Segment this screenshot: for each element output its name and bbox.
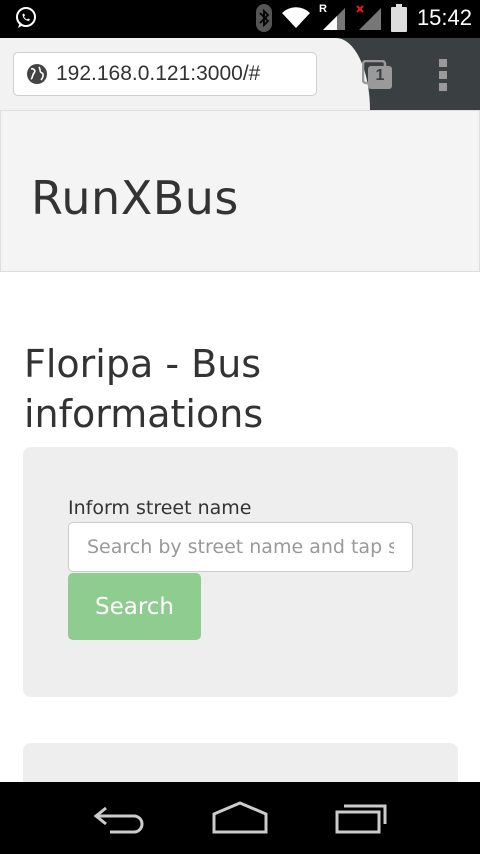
street-name-label: Inform street name (68, 497, 252, 519)
brand-title: RunXBus (31, 171, 239, 225)
street-search-input[interactable] (68, 522, 413, 572)
status-bar-left (14, 6, 38, 34)
wifi-icon (281, 7, 310, 29)
results-card (23, 743, 458, 782)
status-bar-right: R 15:42 (255, 3, 472, 33)
tab-count: 1 (375, 67, 385, 84)
overflow-menu-button[interactable] (438, 58, 448, 92)
signal-group: R (319, 3, 347, 31)
search-card: Inform street name Search (23, 447, 458, 697)
signal-no-data-group (355, 5, 383, 31)
recent-apps-icon[interactable] (334, 800, 390, 836)
globe-icon (27, 64, 47, 84)
back-icon[interactable] (92, 800, 148, 836)
home-icon[interactable] (211, 800, 269, 836)
browser-toolbar: 192.168.0.121:3000/# 1 (0, 38, 480, 110)
url-text: 192.168.0.121:3000/# (56, 62, 261, 85)
more-vertical-icon (439, 59, 447, 91)
web-page: RunXBus Floripa - Bus informations Infor… (0, 110, 480, 782)
bluetooth-icon (255, 4, 272, 32)
header-banner: RunXBus (0, 110, 480, 272)
status-bar: R 15:42 (0, 0, 480, 38)
tab-switcher-button[interactable]: 1 (362, 60, 394, 90)
signal-icon (322, 8, 345, 30)
page-title: Floripa - Bus informations (24, 342, 264, 436)
status-time: 15:42 (416, 5, 472, 30)
address-bar[interactable]: 192.168.0.121:3000/# (13, 52, 317, 96)
signal-no-data-icon (356, 5, 381, 30)
search-button[interactable]: Search (68, 573, 201, 640)
battery-icon (390, 4, 407, 32)
navigation-bar (0, 782, 480, 854)
whatsapp-icon (16, 7, 36, 28)
